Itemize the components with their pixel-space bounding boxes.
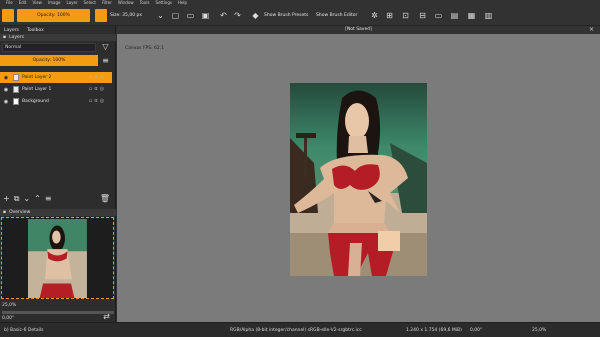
trash-icon[interactable]: 🗑 — [100, 194, 110, 204]
layer-row[interactable]: ◉ Paint Layer 1 ▫ α ◎ — [0, 84, 112, 95]
eye-icon[interactable]: ◉ — [3, 87, 9, 93]
overview-zoom-slider[interactable] — [2, 311, 114, 314]
layer-flags: ▫ α ◎ — [89, 98, 107, 105]
layer-name: Background — [22, 99, 49, 104]
inherit-icon[interactable]: ◎ — [100, 98, 104, 105]
eraser-icon[interactable]: ◆ — [251, 11, 260, 20]
overview-title: Overview — [9, 210, 31, 215]
layer-thumbnail — [13, 86, 19, 93]
crop-icon[interactable]: ⊟ — [418, 11, 427, 20]
color-space-status: RGB/Alpha (8-bit integer/channel) sRGB-e… — [230, 328, 362, 333]
grid-icon[interactable]: ▦ — [467, 11, 476, 20]
transform-icon[interactable]: ⊡ — [401, 11, 410, 20]
left-dock: Layers Toolbox ▪ Layers Normal ▽ Opacity… — [0, 26, 116, 322]
opacity-slider[interactable]: Opacity: 100% — [17, 9, 90, 22]
layer-opacity-slider[interactable]: Opacity: 100% — [0, 55, 98, 66]
dock-tabs: Layers Toolbox — [0, 26, 116, 34]
mirror-view-icon[interactable]: ⇄ — [102, 312, 111, 321]
document-tab[interactable]: [Not Saved] × — [117, 26, 600, 34]
zoom-status[interactable]: 25,0% — [532, 323, 546, 337]
save-icon[interactable]: ▣ — [201, 11, 210, 20]
layer-name: Paint Layer 1 — [22, 87, 52, 92]
eye-icon[interactable]: ◉ — [3, 75, 9, 81]
close-icon[interactable]: × — [589, 26, 594, 34]
overview-angle-value[interactable]: 0,00° — [2, 315, 114, 322]
inherit-icon[interactable]: ◎ — [100, 86, 104, 93]
image-icon[interactable]: ▤ — [450, 11, 459, 20]
screenshot-frame: File Edit View Image Layer Select Filter… — [0, 0, 600, 337]
alpha-icon[interactable]: α — [94, 74, 97, 81]
dimensions-status: 1.240 x 1.754 (69,6 MiB) — [406, 328, 462, 333]
overview-zoom-value[interactable]: 25,0% — [2, 302, 114, 309]
artwork-canvas[interactable] — [290, 83, 427, 276]
artwork-image — [290, 83, 427, 276]
lock-icon[interactable]: ▫ — [89, 86, 92, 93]
eye-icon[interactable]: ◉ — [3, 99, 9, 105]
mirror-icon[interactable]: ⊞ — [385, 11, 394, 20]
layer-thumbnail — [13, 98, 19, 105]
lock-icon[interactable]: ▫ — [89, 74, 92, 81]
size-slider[interactable]: Size: 35,00 px — [110, 9, 142, 22]
layer-options-icon[interactable]: ≡ — [45, 194, 52, 204]
filter-icon[interactable]: ▽ — [101, 42, 110, 51]
add-layer-icon[interactable]: + — [3, 194, 10, 204]
alpha-icon[interactable]: α — [94, 86, 97, 93]
canvas-area[interactable]: [Not Saved] × Canvas FPS: 62,1 — [117, 26, 600, 322]
blend-mode-select[interactable]: Normal — [2, 43, 96, 52]
layers-panel-title: Layers — [9, 35, 24, 40]
canvas-fps-label: Canvas FPS: 62,1 — [125, 46, 165, 51]
move-down-icon[interactable]: ⌄ — [23, 194, 30, 204]
inherit-icon[interactable]: ◎ — [100, 74, 104, 81]
blending-mode-button[interactable] — [95, 9, 107, 22]
layers-panel-header: ▪ Layers — [0, 34, 116, 41]
new-document-icon[interactable]: ▢ — [171, 11, 180, 20]
tab-layers[interactable]: Layers — [4, 28, 19, 33]
overview-thumbnail — [2, 218, 113, 302]
panel-toggle-icon[interactable]: ▪ — [3, 210, 6, 215]
tab-toolbox[interactable]: Toolbox — [27, 28, 44, 33]
brush-preset-status[interactable]: b) Basic-6 Details — [4, 323, 43, 337]
status-bar: b) Basic-6 Details RGB/Alpha (8-bit inte… — [0, 322, 600, 337]
undo-icon[interactable]: ↶ — [219, 11, 228, 20]
layer-flags: ▫ α ◎ — [89, 74, 107, 81]
layer-toolbar: + ⧉ ⌄ ⌃ ≡ 🗑 — [0, 194, 116, 204]
palette-icon[interactable]: ▥ — [484, 11, 493, 20]
layer-row[interactable]: ◉ Paint Layer 2 ▫ α ◎ — [0, 72, 112, 83]
layer-thumbnail — [13, 74, 19, 81]
folder-icon[interactable]: ▭ — [434, 11, 443, 20]
menu-icon[interactable]: ≡ — [101, 56, 110, 65]
krita-window: File Edit View Image Layer Select Filter… — [0, 0, 600, 337]
alpha-icon[interactable]: α — [94, 98, 97, 105]
brush-preset-button[interactable] — [2, 9, 14, 22]
show-brush-editor-button[interactable]: Show Brush Editor — [316, 9, 357, 22]
chevron-down-icon[interactable]: ⌄ — [156, 11, 165, 20]
layer-row[interactable]: ◉ Background ▫ α ◎ — [0, 96, 112, 107]
rotation-status[interactable]: 0,00° — [470, 323, 482, 337]
overview-panel-header: ▪ Overview — [0, 209, 116, 216]
panel-toggle-icon[interactable]: ▪ — [3, 35, 6, 40]
open-folder-icon[interactable]: ▭ — [186, 11, 195, 20]
redo-icon[interactable]: ↷ — [233, 11, 242, 20]
wrap-around-icon[interactable]: ✲ — [370, 11, 379, 20]
layer-name: Paint Layer 2 — [22, 75, 52, 80]
duplicate-layer-icon[interactable]: ⧉ — [14, 194, 20, 204]
show-brush-presets-button[interactable]: Show Brush Presets — [264, 9, 308, 22]
layer-flags: ▫ α ◎ — [89, 86, 107, 93]
lock-icon[interactable]: ▫ — [89, 98, 92, 105]
brush-toolbar: Opacity: 100% Size: 35,00 px ⌄ ▢ ▭ ▣ ↶ ↷… — [0, 6, 600, 26]
overview-preview[interactable] — [1, 217, 114, 302]
document-title: [Not Saved] — [345, 27, 372, 32]
move-up-icon[interactable]: ⌃ — [34, 194, 41, 204]
